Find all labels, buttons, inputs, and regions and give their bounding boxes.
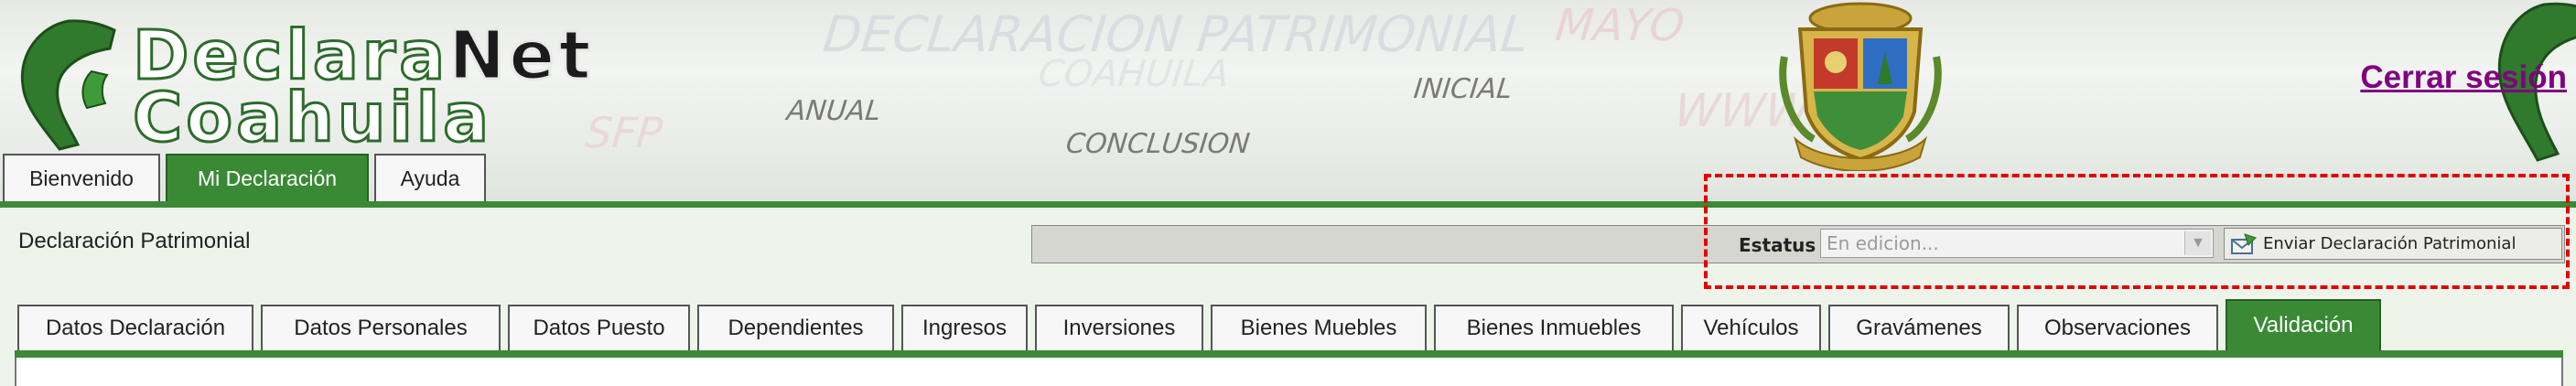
tab-dependientes[interactable]: Dependientes [697,305,894,350]
watermark-state: COAHUILA [1036,53,1231,95]
watermark-annual: ANUAL [785,95,883,127]
tab-ayuda[interactable]: Ayuda [374,154,486,201]
status-input[interactable] [1827,232,2174,254]
tab-content-area [15,358,2563,386]
top-tabs-underline [0,201,2576,208]
tab-ingresos[interactable]: Ingresos [901,305,1028,350]
tab-bienes-inmuebles[interactable]: Bienes Inmuebles [1434,305,1674,350]
tab-datos-puesto[interactable]: Datos Puesto [508,305,690,350]
watermark-month: MAYO [1553,0,1687,51]
tab-bienes-muebles[interactable]: Bienes Muebles [1211,305,1427,350]
panel-title: Declaración Patrimonial [18,229,251,253]
send-declaration-label: Enviar Declaración Patrimonial [2263,234,2517,253]
send-declaration-button[interactable]: Enviar Declaración Patrimonial [2224,228,2562,260]
send-envelope-icon [2231,232,2257,254]
tab-inversiones[interactable]: Inversiones [1035,305,1203,350]
coahuila-map-icon [20,19,116,151]
logo-line2: Coahuila [131,78,493,159]
status-select[interactable]: ▼ [1820,229,2214,258]
watermark-sfp: SFP [583,108,665,157]
tab-validacion[interactable]: Validación [2226,299,2381,350]
watermark-initial: INICIAL [1412,73,1514,105]
tab-gravamenes[interactable]: Gravámenes [1828,305,2010,350]
section-tabs-underline [15,350,2563,358]
watermark-conclusion: CONCLUSION [1064,128,1252,160]
tab-observaciones[interactable]: Observaciones [2017,305,2218,350]
logout-link[interactable]: Cerrar sesión [2360,59,2567,96]
chevron-down-icon[interactable]: ▼ [2184,231,2211,255]
tab-datos-declaracion[interactable]: Datos Declaración [17,305,253,350]
state-crest-icon [1779,2,1942,171]
tab-bienvenido[interactable]: Bienvenido [3,154,160,201]
tab-mi-declaracion[interactable]: Mi Declaración [166,154,369,201]
tab-vehiculos[interactable]: Vehículos [1681,305,1821,350]
status-label: Estatus [1739,234,1816,256]
tab-datos-personales[interactable]: Datos Personales [261,305,501,350]
